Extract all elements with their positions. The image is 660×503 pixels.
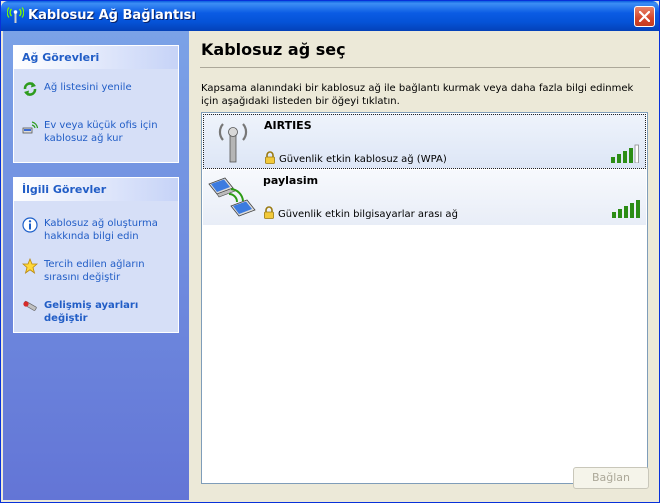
- refresh-network-list-link[interactable]: Ağ listesini yenile: [22, 81, 178, 96]
- signal-strength-icon: [612, 200, 640, 218]
- related-tasks-header[interactable]: İlgili Görevler: [14, 178, 178, 201]
- main-pane: Kablosuz ağ seç Kapsama alanındaki bir k…: [189, 31, 659, 500]
- info-icon: [22, 217, 38, 233]
- lock-icon: [265, 151, 275, 164]
- title-bar[interactable]: Kablosuz Ağ Bağlantısı: [1, 1, 659, 31]
- network-name: AIRTIES: [264, 119, 312, 132]
- learn-wireless-setup-link[interactable]: Kablosuz ağ oluşturma hakkında bilgi edi…: [22, 217, 178, 243]
- network-list[interactable]: AIRTIES Güvenlik etkin kablosuz ağ (WPA): [201, 112, 648, 484]
- title-divider: [200, 67, 650, 68]
- change-preferred-order-link[interactable]: Tercih edilen ağların sırasını değiştir: [22, 258, 178, 284]
- setup-network-icon: [22, 121, 38, 134]
- advanced-settings-link[interactable]: Gelişmiş ayarları değiştir: [22, 299, 178, 325]
- close-icon: [639, 11, 650, 22]
- lock-icon: [264, 206, 274, 219]
- access-point-icon: [218, 123, 248, 163]
- star-icon: [22, 258, 38, 274]
- wireless-network-icon: [7, 7, 24, 23]
- ad-hoc-network-icon: [208, 177, 256, 217]
- task-pane: Ağ Görevleri Ağ listesini yenile Ev veya…: [3, 31, 189, 500]
- network-name: paylasim: [263, 174, 319, 187]
- network-security-label: Güvenlik etkin kablosuz ağ (WPA): [279, 154, 447, 165]
- settings-icon: [23, 300, 37, 311]
- refresh-network-list-label: Ağ listesini yenile: [44, 82, 132, 93]
- learn-wireless-setup-label: Kablosuz ağ oluşturma hakkında bilgi edi…: [44, 218, 158, 242]
- signal-strength-icon: [611, 144, 639, 163]
- advanced-settings-label: Gelişmiş ayarları değiştir: [44, 300, 139, 324]
- setup-home-network-link[interactable]: Ev veya küçük ofis için kablosuz ağ kur: [22, 119, 178, 145]
- window-title: Kablosuz Ağ Bağlantısı: [28, 8, 196, 23]
- wireless-connection-window: Kablosuz Ağ Bağlantısı Ağ Görevleri Ağ l…: [0, 0, 660, 503]
- network-tasks-group: Ağ Görevleri Ağ listesini yenile Ev veya…: [13, 45, 179, 163]
- close-button[interactable]: [634, 6, 655, 27]
- instructions-text: Kapsama alanındaki bir kablosuz ağ ile b…: [201, 83, 634, 107]
- network-item-paylasim[interactable]: paylasim Güvenlik etkin bilgisayarlar ar…: [203, 170, 646, 225]
- network-tasks-header[interactable]: Ağ Görevleri: [14, 46, 178, 69]
- connect-button[interactable]: Bağlan: [573, 467, 649, 489]
- change-preferred-order-label: Tercih edilen ağların sırasını değiştir: [44, 259, 145, 283]
- refresh-icon: [23, 82, 37, 96]
- page-title: Kablosuz ağ seç: [201, 40, 346, 59]
- related-tasks-group: İlgili Görevler Kablosuz ağ oluşturma ha…: [13, 177, 179, 333]
- network-item-airties[interactable]: AIRTIES Güvenlik etkin kablosuz ağ (WPA): [203, 114, 646, 169]
- network-security-label: Güvenlik etkin bilgisayarlar arası ağ: [278, 209, 458, 220]
- setup-home-network-label: Ev veya küçük ofis için kablosuz ağ kur: [44, 120, 158, 144]
